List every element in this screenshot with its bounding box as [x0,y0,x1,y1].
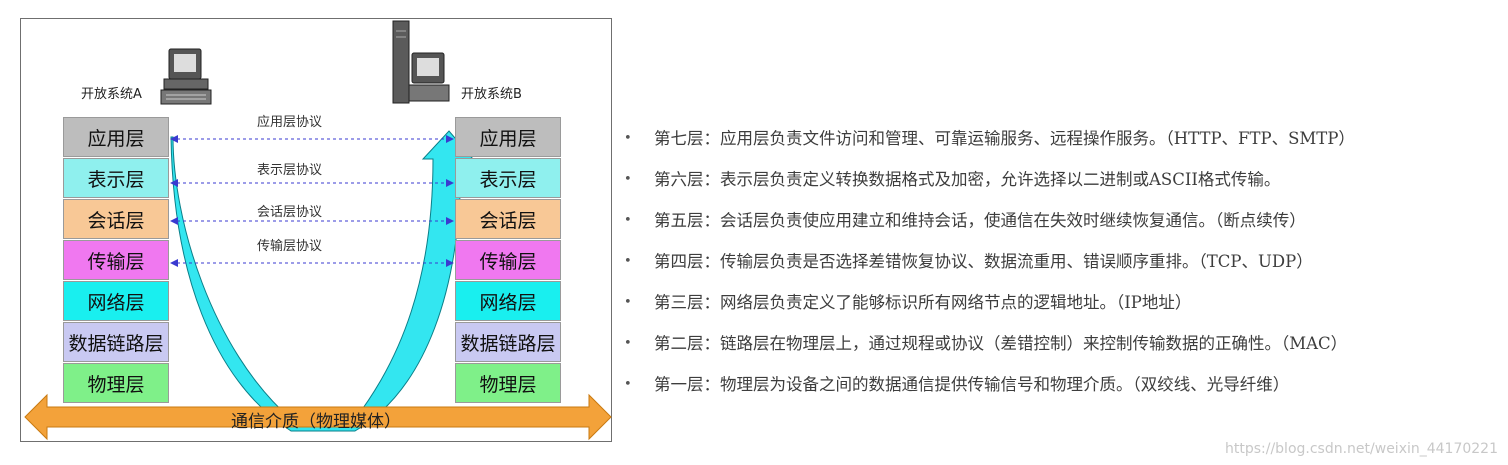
layer-box-a: 数据链路层 [63,322,169,362]
description-item: • 第四层：传输层负责是否选择差错恢复协议、数据流重用、错误顺序重排。（TCP、U… [620,241,1500,282]
description-item: • 第二层：链路层在物理层上，通过规程或协议（差错控制）来控制传输数据的正确性。（… [620,323,1500,364]
layer-box-a: 传输层 [63,240,169,280]
layer-label: 表示层 [479,168,537,191]
layer-box-b: 会话层 [455,199,561,239]
bullet-icon: • [624,336,632,351]
transport-protocol-label: 传输层协议 [257,239,323,254]
bullet-icon: • [624,254,632,269]
layer-box-a: 会话层 [63,199,169,239]
description-text: 第三层：网络层负责定义了能够标识所有网络节点的逻辑地址。（IP地址） [654,293,1192,312]
system-b-label: 开放系统B [461,87,522,102]
description-text: 第四层：传输层负责是否选择差错恢复协议、数据流重用、错误顺序重排。（TCP、UD… [654,252,1313,271]
description-text: 第五层：会话层负责使应用建立和维持会话，使通信在失效时继续恢复通信。（断点续传） [654,211,1306,230]
osi-model-figure: 开放系统A 开放系统B 应用层协议 表示层协议 会话层协议 传输层协议 应用层表… [20,18,612,442]
layer-box-b: 数据链路层 [455,322,561,362]
layer-label: 会话层 [87,209,145,232]
layer-label: 物理层 [87,373,145,396]
layer-label: 应用层 [87,127,145,150]
medium-label: 通信介质（物理媒体） [231,412,401,432]
layer-box-b: 应用层 [455,117,561,157]
pres-protocol-label: 表示层协议 [257,163,323,178]
description-text: 第二层：链路层在物理层上，通过规程或协议（差错控制）来控制传输数据的正确性。（M… [654,334,1348,353]
layer-label: 物理层 [479,373,537,396]
layer-box-b: 传输层 [455,240,561,280]
description-text: 第一层：物理层为设备之间的数据通信提供传输信号和物理介质。（双绞线、光导纤维） [654,375,1290,394]
description-item: • 第五层：会话层负责使应用建立和维持会话，使通信在失效时继续恢复通信。（断点续传… [620,200,1500,241]
layer-label: 网络层 [87,291,145,314]
bullet-icon: • [624,131,632,146]
layer-label: 传输层 [479,250,537,273]
description-text: 第七层：应用层负责文件访问和管理、可靠运输服务、远程操作服务。（HTTP、FTP… [654,129,1355,148]
bullet-icon: • [624,377,632,392]
description-item: • 第六层：表示层负责定义转换数据格式及加密，允许选择以二进制或ASCII格式传输… [620,159,1500,200]
app-protocol-label: 应用层协议 [257,115,323,130]
description-item: • 第一层：物理层为设备之间的数据通信提供传输信号和物理介质。（双绞线、光导纤维） [620,364,1500,405]
layer-box-b: 表示层 [455,158,561,198]
layer-box-a: 物理层 [63,363,169,403]
computer-a-icon [160,48,212,105]
computer-b-icon [392,20,450,104]
layer-label: 表示层 [87,168,145,191]
description-text: 第六层：表示层负责定义转换数据格式及加密，允许选择以二进制或ASCII格式传输。 [654,170,1281,189]
description-item: • 第三层：网络层负责定义了能够标识所有网络节点的逻辑地址。（IP地址） [620,282,1500,323]
layer-box-a: 网络层 [63,281,169,321]
system-a-label: 开放系统A [81,87,142,102]
layer-label: 会话层 [479,209,537,232]
layer-box-b: 物理层 [455,363,561,403]
watermark: https://blog.csdn.net/weixin_44170221 [1224,441,1498,457]
layer-label: 传输层 [87,250,145,273]
layer-box-a: 应用层 [63,117,169,157]
layer-descriptions: • 第七层：应用层负责文件访问和管理、可靠运输服务、远程操作服务。（HTTP、FT… [620,118,1500,405]
session-protocol-label: 会话层协议 [257,205,323,220]
layer-label: 应用层 [479,127,537,150]
layer-label: 数据链路层 [460,332,556,355]
layer-box-b: 网络层 [455,281,561,321]
layer-label: 数据链路层 [68,332,164,355]
bullet-icon: • [624,213,632,228]
description-item: • 第七层：应用层负责文件访问和管理、可靠运输服务、远程操作服务。（HTTP、FT… [620,118,1500,159]
bullet-icon: • [624,172,632,187]
layer-label: 网络层 [479,291,537,314]
layer-box-a: 表示层 [63,158,169,198]
bullet-icon: • [624,295,632,310]
